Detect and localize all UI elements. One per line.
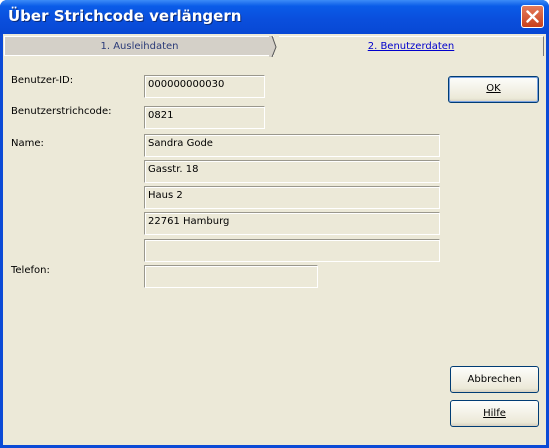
tab-edge [269,36,277,57]
barcode-label: Benutzerstrichcode: [11,106,112,117]
name-line-4[interactable]: 22761 Hamburg [144,212,440,235]
help-button-label: Hilfe [483,408,506,419]
phone-label: Telefon: [11,265,50,276]
cancel-button[interactable]: Abbrechen [450,366,539,393]
user-id-label: Benutzer-ID: [11,75,74,86]
ok-button-label: OK [486,83,501,94]
barcode-field[interactable]: 0821 [144,106,265,129]
tab-ausleihdaten[interactable]: 1. Ausleihdaten [4,36,274,56]
ok-button[interactable]: OK [448,76,539,103]
window-title: Über Strichcode verlängern [8,7,242,25]
dialog-window: Über Strichcode verlängern 1. Ausleihdat… [0,0,549,448]
tab-benutzerdaten[interactable]: 2. Benutzerdaten [279,36,544,56]
name-line-1[interactable]: Sandra Gode [144,134,440,157]
close-button[interactable] [521,5,544,28]
title-bar[interactable]: Über Strichcode verlängern [0,0,549,34]
name-line-5[interactable] [144,239,440,262]
name-line-3[interactable]: Haus 2 [144,186,440,209]
user-id-field[interactable]: 000000000030 [144,75,265,98]
help-button[interactable]: Hilfe [450,400,539,427]
cancel-button-label: Abbrechen [467,374,522,385]
name-label: Name: [11,138,44,149]
close-icon [526,10,539,23]
phone-field[interactable] [144,265,318,288]
name-line-2[interactable]: Gasstr. 18 [144,160,440,183]
dialog-body: 1. Ausleihdaten 2. Benutzerdaten Benutze… [3,34,546,445]
